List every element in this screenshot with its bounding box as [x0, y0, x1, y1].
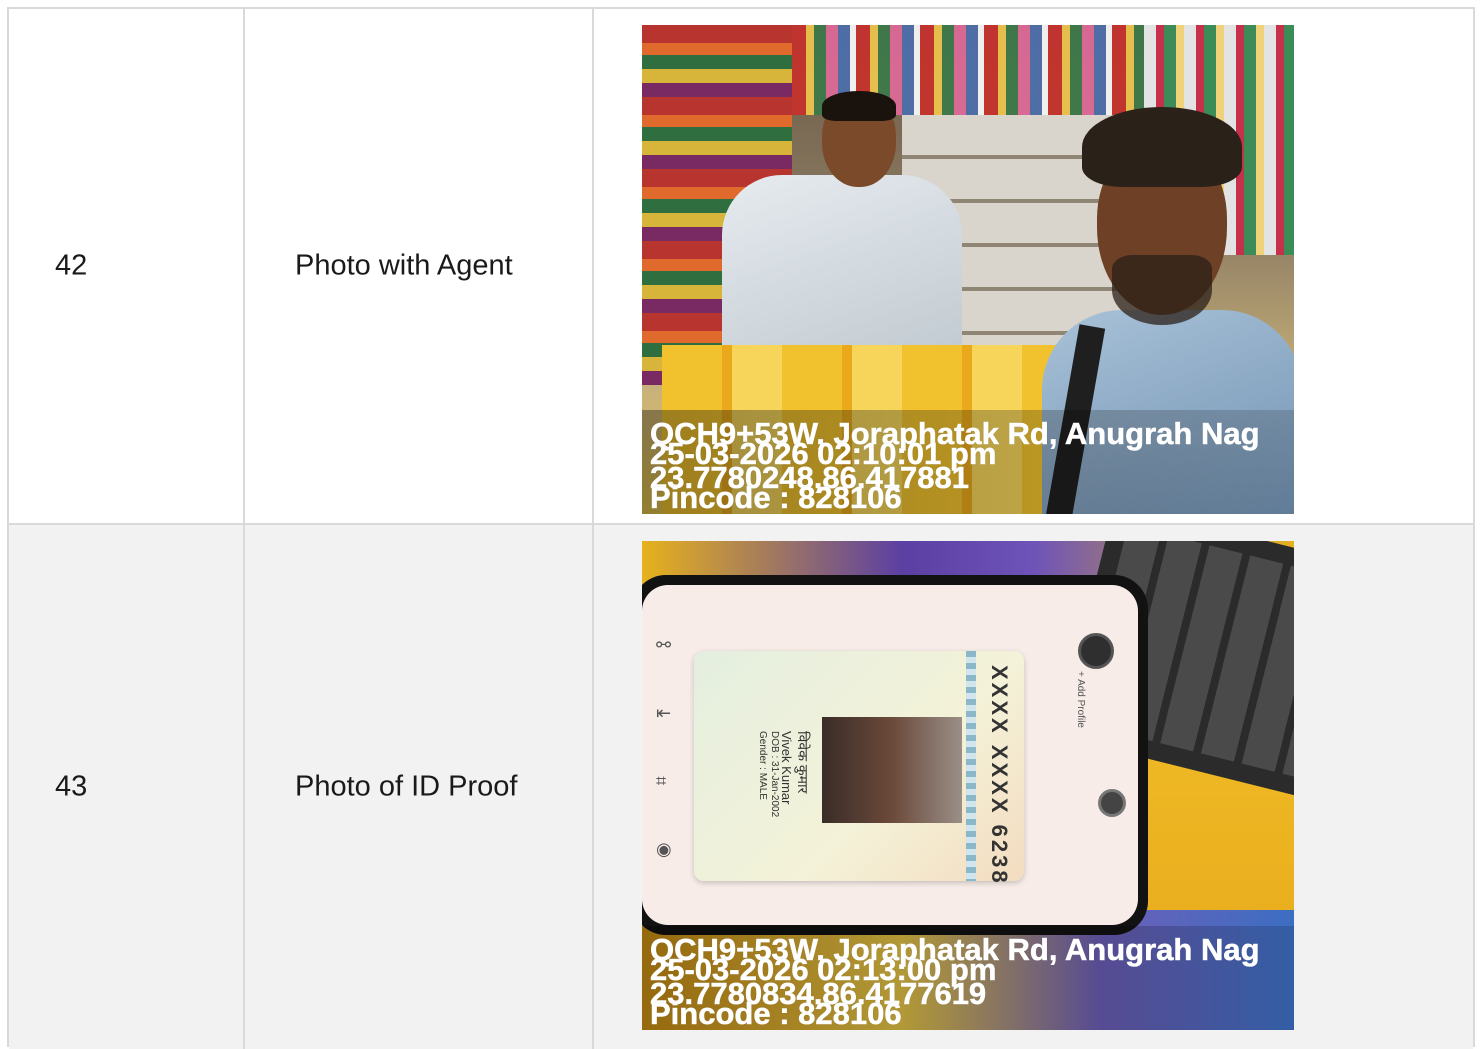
agent-selfie-photo[interactable]: QCH9+53W, Joraphatak Rd, Anugrah Nag 25-… [642, 25, 1294, 514]
id-proof-photo[interactable]: ⚯ ⇤ ⌗ ◉ XXXX XXXX 6238 विवेक कुमार Vivek… [642, 541, 1294, 1030]
row-photo-cell: QCH9+53W, Joraphatak Rd, Anugrah Nag 25-… [594, 9, 1473, 523]
phone: ⚯ ⇤ ⌗ ◉ XXXX XXXX 6238 विवेक कुमार Vivek… [642, 575, 1148, 935]
id-name: Vivek Kumar [779, 731, 794, 805]
id-name-hindi: विवेक कुमार [795, 731, 811, 794]
geotag-pincode: Pincode : 828106 [650, 480, 902, 514]
id-dob: DOB : 31-Jan-2002 [769, 731, 780, 818]
phone-screen: ⚯ ⇤ ⌗ ◉ XXXX XXXX 6238 विवेक कुमार Vivek… [642, 585, 1138, 925]
row-number: 43 [55, 770, 88, 803]
fingerprint-icon: ◉ [656, 839, 672, 859]
row-label: Photo of ID Proof [295, 770, 518, 803]
row-photo-cell: ⚯ ⇤ ⌗ ◉ XXXX XXXX 6238 विवेक कुमार Vivek… [594, 525, 1473, 1049]
camera-lens-icon [1098, 789, 1126, 817]
aadhaar-id-card: XXXX XXXX 6238 विवेक कुमार Vivek Kumar D… [694, 651, 1024, 886]
verification-table: 42 Photo with Agent QCH9+53W, Joraphatak… [7, 7, 1475, 1049]
table-row: 42 Photo with Agent QCH9+53W, Joraphatak… [9, 9, 1473, 525]
table-row: 43 Photo of ID Proof ⚯ ⇤ ⌗ ◉ XXXX XXXX 6… [9, 525, 1473, 1049]
row-label-cell: Photo of ID Proof [245, 525, 594, 1049]
share-icon: ⚯ [656, 635, 672, 655]
crop-icon: ⌗ [656, 771, 667, 791]
geotag-pincode: Pincode : 828106 [650, 996, 902, 1030]
avatar-icon [1078, 633, 1114, 669]
row-label-cell: Photo with Agent [245, 9, 594, 523]
visitor-hair [1082, 107, 1242, 187]
geotag-overlay: QCH9+53W, Joraphatak Rd, Anugrah Nag 25-… [642, 926, 1294, 1030]
id-gender: Gender : MALE [757, 731, 768, 800]
row-number: 42 [55, 249, 88, 282]
exit-icon: ⇤ [656, 703, 672, 723]
add-profile-label: + Add Profile [1075, 671, 1086, 728]
agent-hair [822, 91, 896, 121]
id-hologram-strip [966, 651, 976, 881]
id-number: XXXX XXXX 6238 [987, 665, 1012, 886]
row-number-cell: 42 [9, 9, 245, 523]
visitor-beard [1112, 255, 1212, 325]
row-number-cell: 43 [9, 525, 245, 1049]
geotag-overlay: QCH9+53W, Joraphatak Rd, Anugrah Nag 25-… [642, 410, 1294, 514]
row-label: Photo with Agent [295, 249, 513, 282]
id-card-photo [822, 717, 962, 823]
